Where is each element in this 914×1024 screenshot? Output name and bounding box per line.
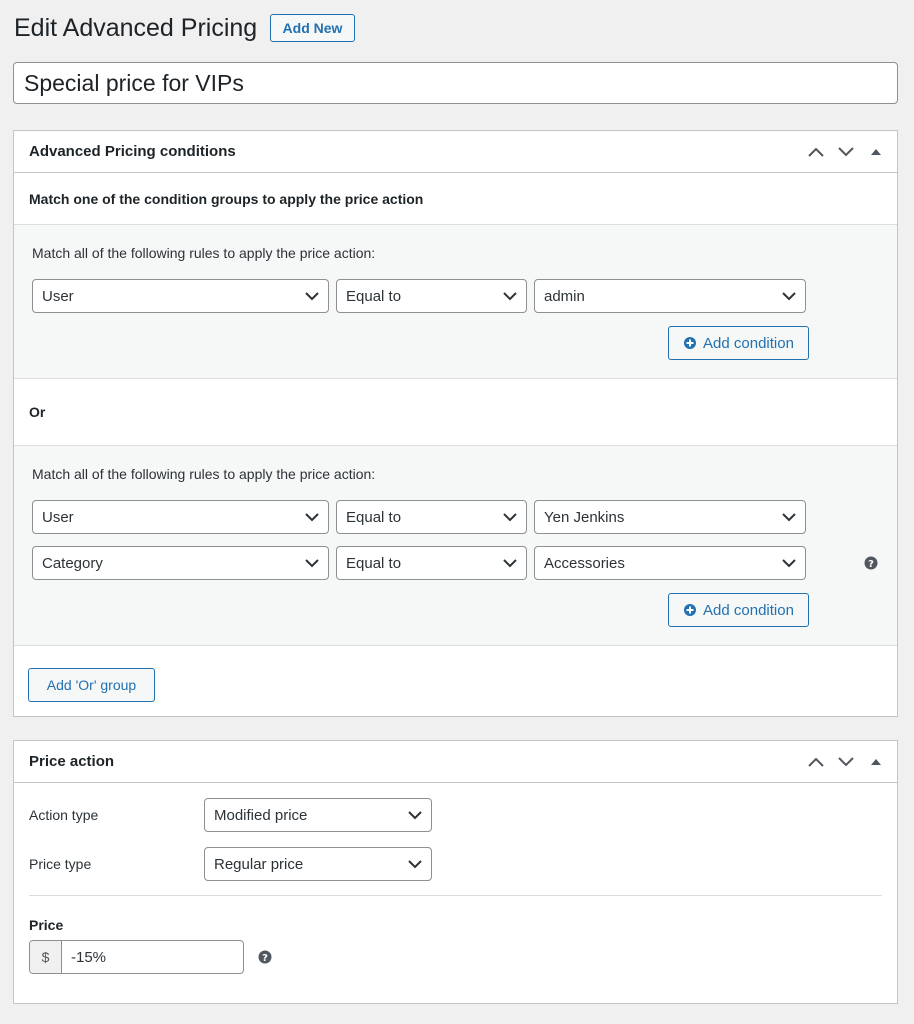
chevron-down-icon (408, 860, 422, 869)
plus-circle-icon (684, 604, 697, 616)
rule-field-value: User (42, 508, 74, 526)
price-action-metabox-title: Price action (29, 753, 115, 770)
rule-field-select[interactable]: Category (32, 546, 329, 580)
rule-operator-select[interactable]: Equal to (336, 279, 527, 313)
collapse-toggle-icon[interactable] (865, 752, 887, 772)
chevron-down-icon (408, 811, 422, 820)
plus-circle-icon (684, 337, 697, 349)
rule-operator-value: Equal to (346, 554, 402, 572)
rule-field-select[interactable]: User (32, 500, 329, 534)
price-action-metabox: Price action Action type Modified price … (13, 740, 898, 1004)
action-type-value: Modified price (214, 806, 308, 824)
add-or-group-row: Add 'Or' group (14, 646, 897, 716)
add-condition-label: Add condition (703, 334, 794, 352)
action-type-label: Action type (29, 807, 99, 823)
collapse-toggle-icon[interactable] (865, 142, 887, 162)
conditions-intro: Match one of the condition groups to app… (14, 173, 897, 225)
price-value[interactable]: -15% (62, 941, 243, 973)
condition-group: Match all of the following rules to appl… (14, 446, 897, 646)
chevron-down-icon (782, 292, 796, 301)
add-new-button[interactable]: Add New (270, 14, 355, 42)
price-type-value: Regular price (214, 855, 304, 873)
rule-value-value: Accessories (544, 554, 625, 572)
section-divider (29, 895, 882, 896)
move-up-icon[interactable] (805, 142, 827, 162)
svg-text:?: ? (868, 559, 874, 570)
page-title: Edit Advanced Pricing (14, 14, 258, 42)
chevron-down-icon (503, 559, 517, 568)
action-type-select[interactable]: Modified price (204, 798, 432, 832)
rule-operator-value: Equal to (346, 508, 402, 526)
condition-group: Match all of the following rules to appl… (14, 225, 897, 379)
price-type-select[interactable]: Regular price (204, 847, 432, 881)
help-icon[interactable]: ? (864, 556, 878, 570)
rule-value-select[interactable]: Yen Jenkins (534, 500, 806, 534)
chevron-down-icon (782, 559, 796, 568)
conditions-metabox-title: Advanced Pricing conditions (29, 143, 236, 160)
chevron-down-icon (305, 559, 319, 568)
chevron-down-icon (305, 292, 319, 301)
rule-value-value: Yen Jenkins (544, 508, 625, 526)
currency-symbol: $ (30, 941, 62, 973)
rule-value-select[interactable]: Accessories (534, 546, 806, 580)
help-icon[interactable]: ? (258, 950, 272, 964)
add-condition-button[interactable]: Add condition (668, 326, 809, 360)
rule-operator-select[interactable]: Equal to (336, 546, 527, 580)
price-type-label: Price type (29, 856, 92, 872)
add-condition-button[interactable]: Add condition (668, 593, 809, 627)
condition-group-label: Match all of the following rules to appl… (32, 466, 376, 482)
rule-value-value: admin (544, 287, 585, 305)
rule-field-select[interactable]: User (32, 279, 329, 313)
conditions-metabox: Advanced Pricing conditions Match one of… (13, 130, 898, 717)
move-up-icon[interactable] (805, 752, 827, 772)
price-label: Price (29, 917, 64, 933)
move-down-icon[interactable] (835, 142, 857, 162)
or-separator: Or (14, 379, 897, 446)
condition-group-label: Match all of the following rules to appl… (32, 245, 376, 261)
svg-text:?: ? (262, 953, 268, 964)
chevron-down-icon (503, 292, 517, 301)
rule-operator-value: Equal to (346, 287, 402, 305)
chevron-down-icon (503, 513, 517, 522)
add-or-group-button[interactable]: Add 'Or' group (28, 668, 155, 702)
price-input[interactable]: $ -15% (29, 940, 244, 974)
post-title-input[interactable]: Special price for VIPs (13, 62, 898, 104)
price-action-metabox-header: Price action (14, 741, 897, 783)
add-condition-label: Add condition (703, 601, 794, 619)
chevron-down-icon (305, 513, 319, 522)
rule-value-select[interactable]: admin (534, 279, 806, 313)
conditions-metabox-header: Advanced Pricing conditions (14, 131, 897, 173)
rule-field-value: Category (42, 554, 103, 572)
rule-field-value: User (42, 287, 74, 305)
rule-operator-select[interactable]: Equal to (336, 500, 527, 534)
chevron-down-icon (782, 513, 796, 522)
move-down-icon[interactable] (835, 752, 857, 772)
